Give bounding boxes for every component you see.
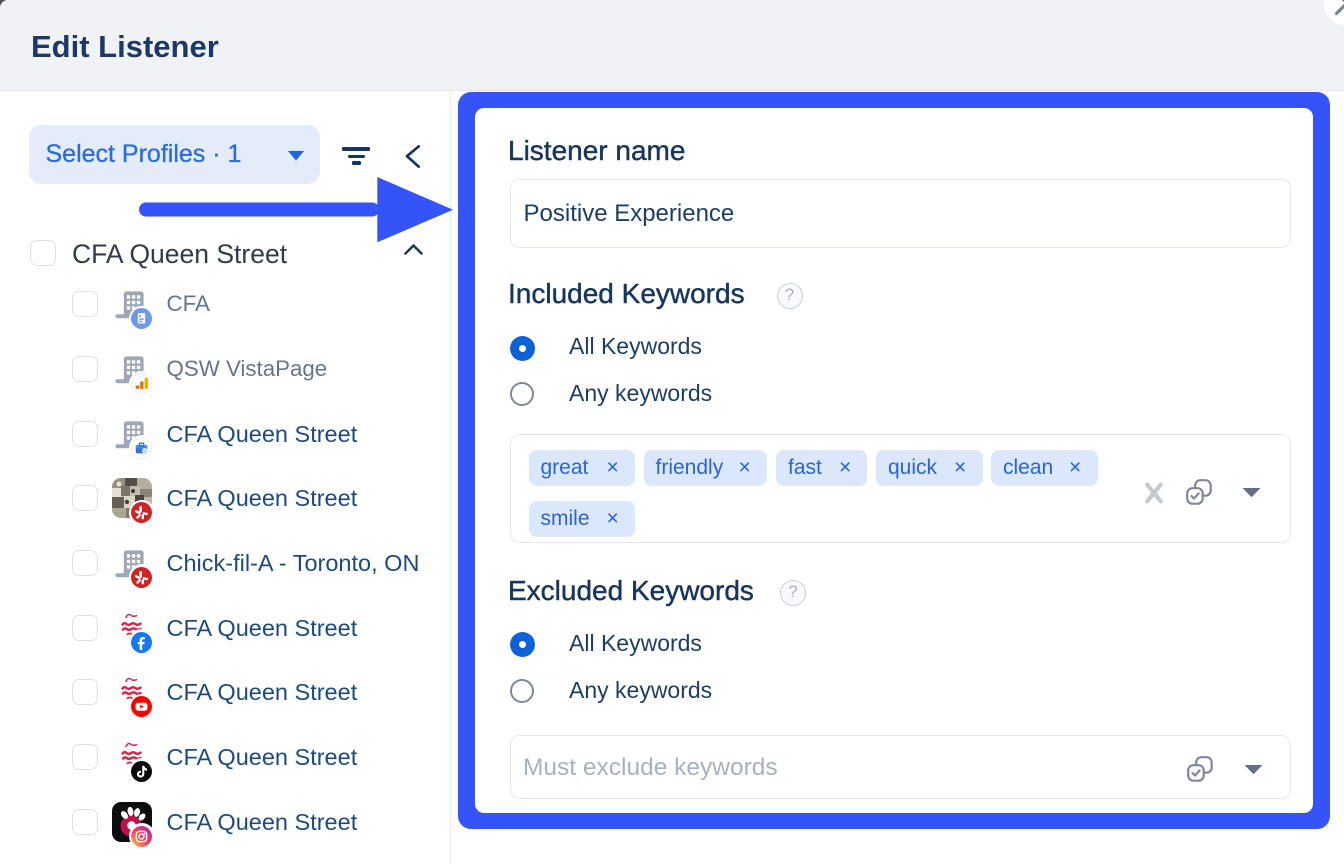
svg-text:G: G [143,448,147,453]
